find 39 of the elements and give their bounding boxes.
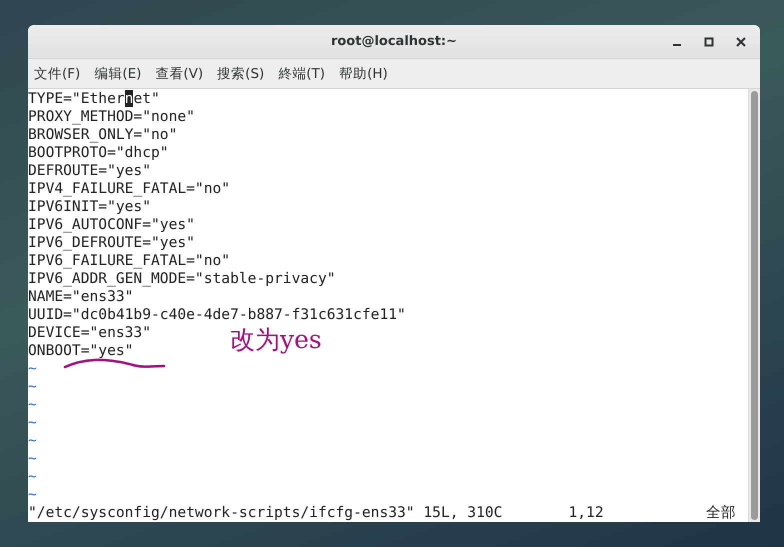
menu-item[interactable]: 编辑(E) bbox=[94, 64, 142, 82]
handwritten-note: 改为yes bbox=[230, 325, 322, 355]
file-info: "/etc/sysconfig/network-scripts/ifcfg-ens33" 15L, 310C bbox=[28, 504, 502, 522]
empty-line-marker: ~ bbox=[28, 396, 37, 413]
code-line: DEVICE="ens33" bbox=[28, 324, 152, 341]
menu-item[interactable]: 文件(F) bbox=[34, 64, 80, 82]
code-line: IPV6_FAILURE_FATAL="no" bbox=[28, 252, 230, 269]
code-line: IPV6_DEFROUTE="yes" bbox=[28, 234, 195, 251]
empty-line-marker: ~ bbox=[28, 432, 37, 449]
code-line: IPV4_FAILURE_FATAL="no" bbox=[28, 180, 230, 197]
window-title: root@localhost:~ bbox=[330, 34, 458, 49]
code-line: ONBOOT="yes" bbox=[28, 342, 134, 359]
code-text: et" bbox=[133, 90, 160, 107]
close-icon[interactable] bbox=[736, 37, 746, 47]
menu-item[interactable]: 查看(V) bbox=[155, 64, 204, 82]
empty-line-marker: ~ bbox=[28, 486, 37, 503]
empty-line-marker: ~ bbox=[28, 468, 37, 485]
code-line: UUID="dc0b41b9-c40e-4de7-b887-f31c631cfe11" bbox=[28, 306, 406, 323]
code-line: IPV6INIT="yes" bbox=[28, 198, 152, 215]
code-text: TYPE="Ether bbox=[28, 90, 125, 107]
menu-item[interactable]: 搜索(S) bbox=[217, 64, 264, 82]
empty-line-marker: ~ bbox=[28, 378, 37, 395]
code-line: NAME="ens33" bbox=[28, 288, 134, 305]
cursor-position: 1,12 bbox=[568, 504, 604, 522]
empty-line-marker: ~ bbox=[28, 360, 37, 377]
menu-item[interactable]: 帮助(H) bbox=[339, 64, 388, 82]
code-line: PROXY_METHOD="none" bbox=[28, 108, 195, 125]
empty-line-marker: ~ bbox=[28, 450, 37, 467]
menu-item[interactable]: 終端(T) bbox=[278, 64, 326, 82]
empty-line-marker: ~ bbox=[28, 414, 37, 431]
scroll-position: 全部 bbox=[706, 504, 736, 522]
code-line: BROWSER_ONLY="no" bbox=[28, 126, 178, 143]
scrollbar[interactable] bbox=[748, 89, 760, 522]
code-line: BOOTPROTO="dhcp" bbox=[28, 144, 169, 161]
code-line: IPV6_AUTOCONF="yes" bbox=[28, 216, 195, 233]
text-cursor: n bbox=[124, 90, 134, 107]
maximize-icon[interactable] bbox=[704, 37, 714, 47]
code-line: IPV6_ADDR_GEN_MODE="stable-privacy" bbox=[28, 270, 336, 287]
code-line: DEFROUTE="yes" bbox=[28, 162, 152, 179]
